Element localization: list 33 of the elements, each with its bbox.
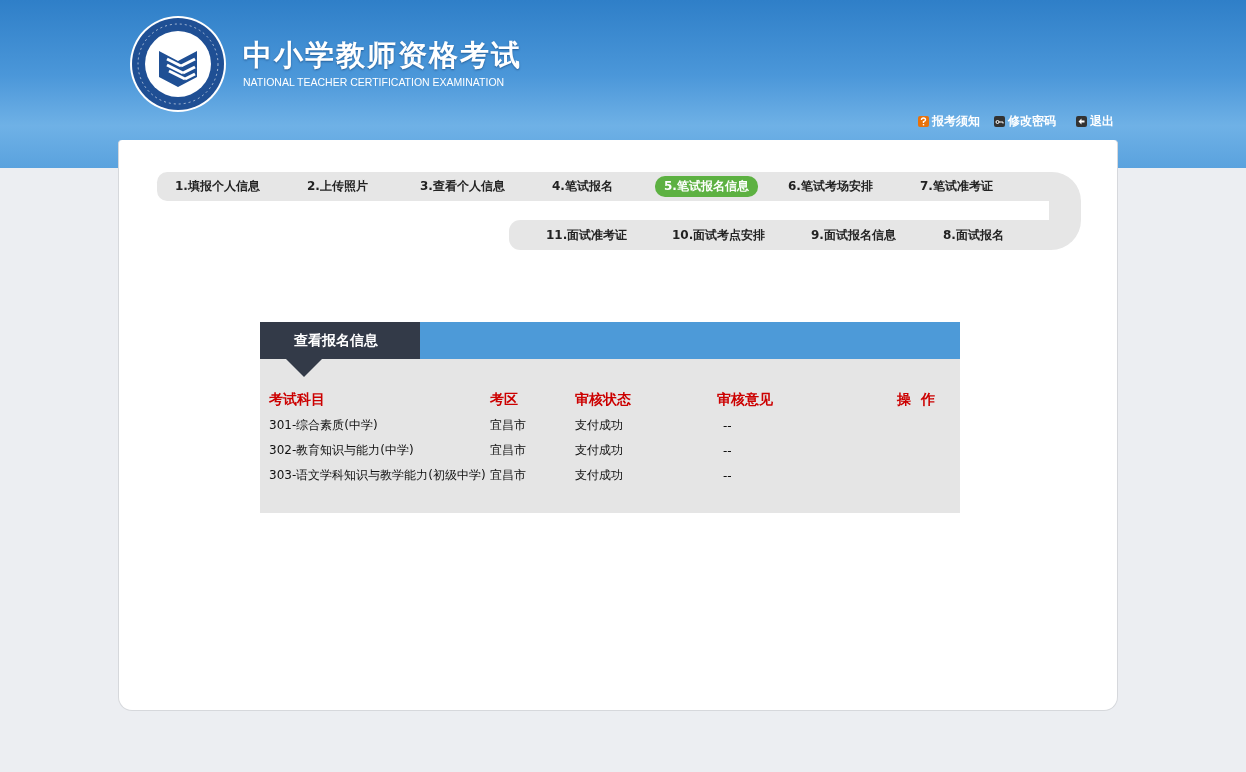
column-header: 审核意见 bbox=[717, 391, 897, 415]
table-cell: 宜昌市 bbox=[490, 465, 575, 490]
site-subtitle: NATIONAL TEACHER CERTIFICATION EXAMINATION bbox=[243, 76, 506, 88]
step-tab[interactable]: 11.面试准考证 bbox=[546, 224, 672, 246]
step-tab[interactable]: 4.笔试报名 bbox=[552, 176, 655, 197]
step-tab[interactable]: 3.查看个人信息 bbox=[420, 176, 552, 197]
table-cell: 303-语文学科知识与教学能力(初级中学) bbox=[269, 465, 490, 490]
table-cell: 301-综合素质(中学) bbox=[269, 415, 490, 440]
table-cell-text: 支付成功 bbox=[575, 467, 624, 484]
step-tab[interactable]: 10.面试考点安排 bbox=[672, 224, 811, 246]
step-tab[interactable]: 7.笔试准考证 bbox=[919, 176, 993, 197]
table-cell-text: 支付成功 bbox=[575, 417, 624, 434]
question-icon bbox=[918, 116, 929, 127]
tab-pointer-icon bbox=[286, 359, 322, 377]
step-tab[interactable]: 6.笔试考场安排 bbox=[787, 176, 920, 197]
step-tab[interactable]: 9.面试报名信息 bbox=[811, 224, 943, 246]
table-cell: 302-教育知识与能力(中学) bbox=[269, 440, 490, 465]
back-arrow-icon bbox=[1076, 116, 1087, 127]
table-cell-text: -- bbox=[722, 442, 733, 460]
key-icon bbox=[994, 116, 1005, 127]
column-header: 考试科目 bbox=[269, 391, 490, 415]
step-tab[interactable]: 8.面试报名 bbox=[943, 224, 1004, 246]
table-cell-text: -- bbox=[722, 417, 733, 435]
step-tab[interactable]: 1.填报个人信息 bbox=[175, 176, 307, 197]
column-header: 审核状态 bbox=[575, 391, 717, 415]
step-tab[interactable]: 2.上传照片 bbox=[307, 176, 420, 197]
table-cell: 宜昌市 bbox=[490, 440, 575, 465]
column-header: 考区 bbox=[490, 391, 575, 415]
column-header: 操 作 bbox=[897, 391, 935, 409]
table-cell-text: 支付成功 bbox=[575, 442, 624, 459]
table-cell-text: -- bbox=[722, 467, 733, 485]
table-cell: 宜昌市 bbox=[490, 415, 575, 440]
site-title: 中小学教师资格考试 bbox=[243, 38, 522, 72]
